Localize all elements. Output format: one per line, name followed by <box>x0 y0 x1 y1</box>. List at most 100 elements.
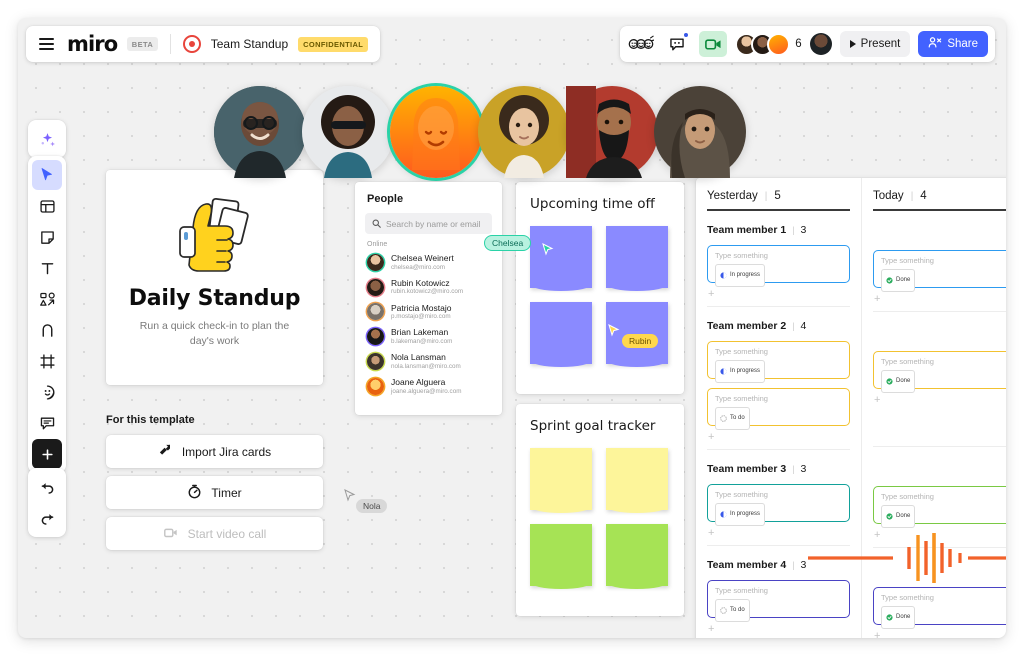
sticky-note[interactable] <box>530 524 592 589</box>
people-panel[interactable]: People Search by name or email Online Ch… <box>355 182 502 415</box>
frame-tool[interactable] <box>32 346 62 376</box>
comment-tool[interactable] <box>32 408 62 438</box>
member-header: Team member 2 | 4 <box>707 307 850 332</box>
card-placeholder: Type something <box>715 346 768 356</box>
sticky-note[interactable] <box>606 448 668 513</box>
task-card[interactable]: Type something Done <box>873 350 1006 393</box>
for-this-template-label: For this template <box>106 414 195 426</box>
upcoming-time-off-section[interactable]: Upcoming time off <box>516 182 684 394</box>
card-placeholder: Type something <box>715 393 768 403</box>
confidential-badge: CONFIDENTIAL <box>298 36 369 52</box>
status-badge: Done <box>881 369 916 393</box>
cursor-rubin: Rubin <box>607 323 659 348</box>
cursor-label: Rubin <box>622 334 659 348</box>
sticky-note[interactable] <box>530 302 592 367</box>
list-item[interactable]: Brian Lakeman b.lakeman@miro.com <box>355 324 502 349</box>
templates-tool[interactable] <box>32 191 62 221</box>
import-jira-cards-button[interactable]: Import Jira cards <box>106 435 323 468</box>
pen-tool[interactable] <box>32 315 62 345</box>
hamburger-menu-icon[interactable] <box>36 35 57 52</box>
present-button[interactable]: Present <box>839 31 911 57</box>
board-title[interactable]: Team Standup <box>211 37 288 51</box>
emoji-reactions-icon[interactable] <box>627 31 655 57</box>
person-email: p.mostajo@miro.com <box>391 313 451 321</box>
list-item[interactable]: Chelsea Weinert chelsea@miro.com <box>355 250 502 275</box>
video-avatar-4[interactable] <box>478 86 570 178</box>
member-count: 3 <box>800 462 807 475</box>
timer-button[interactable]: Timer <box>106 476 323 509</box>
task-card[interactable]: Type something In progress <box>707 340 850 383</box>
avatar <box>367 253 384 271</box>
board-canvas[interactable]: Daily Standup Run a quick check-in to pl… <box>18 18 1006 638</box>
share-button[interactable]: Share <box>918 31 988 57</box>
card-placeholder: Type something <box>715 489 768 499</box>
to-do-icon <box>720 601 727 619</box>
status-label: Done <box>896 614 911 620</box>
timer-label: Timer <box>211 485 242 500</box>
done-icon <box>886 372 893 390</box>
task-card[interactable]: Type something To do <box>707 387 850 430</box>
redo-button[interactable] <box>32 503 62 533</box>
comment-bubble-icon[interactable] <box>663 31 691 57</box>
text-tool[interactable] <box>32 253 62 283</box>
task-card[interactable]: Type something Done <box>873 249 1006 292</box>
task-card[interactable]: Type something In progress <box>707 483 850 526</box>
board-target-icon <box>182 35 201 53</box>
column-header: Yesterday | 5 <box>707 178 850 202</box>
member-title: Team member 1 <box>707 223 787 236</box>
people-search-input[interactable]: Search by name or email <box>365 213 492 234</box>
card-placeholder: Type something <box>715 250 768 260</box>
task-card[interactable]: Type something In progress <box>707 244 850 287</box>
ai-sparkle-tool[interactable] <box>32 124 62 154</box>
person-email: rubin.kotowicz@miro.com <box>391 288 464 296</box>
video-camera-icon[interactable] <box>699 31 728 57</box>
card-slot: Type something Done + <box>873 342 1006 406</box>
participant-avatars[interactable]: 6 <box>735 32 802 56</box>
start-video-call-button[interactable]: Start video call <box>106 517 323 550</box>
person-name: Joane Alguera <box>391 376 446 387</box>
status-label: To do <box>730 607 745 613</box>
person-name: Rubin Kotowicz <box>391 277 450 288</box>
person-email: b.lakeman@miro.com <box>391 338 453 346</box>
sticky-note[interactable] <box>606 226 668 291</box>
member-header: Team member 1 | 3 <box>707 211 850 236</box>
daily-standup-template-card[interactable]: Daily Standup Run a quick check-in to pl… <box>106 170 323 385</box>
video-avatar-6[interactable] <box>654 86 746 178</box>
column-count: 4 <box>920 190 927 202</box>
current-user-avatar[interactable] <box>809 33 832 55</box>
sticky-note[interactable] <box>530 448 592 513</box>
list-item[interactable]: Joane Alguera joane.alguera@miro.com <box>355 374 502 399</box>
member-count: 3 <box>800 558 807 571</box>
avatar <box>367 353 384 371</box>
task-card[interactable]: Type something Done <box>873 485 1006 528</box>
cursor-pointer-icon <box>608 324 620 337</box>
column-header: Today | 4 <box>873 178 1006 202</box>
more-apps-tool[interactable] <box>32 439 62 469</box>
shapes-tool[interactable] <box>32 284 62 314</box>
sticky-note-tool[interactable] <box>32 222 62 252</box>
video-avatar-1[interactable] <box>214 86 306 178</box>
person-name: Nola Lansman <box>391 352 446 363</box>
status-label: Done <box>896 513 911 519</box>
undo-button[interactable] <box>32 472 62 502</box>
list-item[interactable]: Patricia Mostajo p.mostajo@miro.com <box>355 300 502 325</box>
top-bar-right: 6 Present Share <box>620 26 995 62</box>
select-cursor-tool[interactable] <box>32 160 62 190</box>
standup-board-panel[interactable]: Yesterday | 5 Team member 1 | 3 Type som… <box>696 178 1006 638</box>
sprint-goal-tracker-section[interactable]: Sprint goal tracker <box>516 404 684 616</box>
sticker-tool[interactable] <box>32 377 62 407</box>
list-item[interactable]: Rubin Kotowicz rubin.kotowicz@miro.com <box>355 275 502 300</box>
video-avatar-2[interactable] <box>302 86 394 178</box>
status-badge: Done <box>881 268 916 292</box>
list-item[interactable]: Nola Lansman nola.lansman@miro.com <box>355 349 502 374</box>
sticky-note[interactable] <box>606 524 668 589</box>
video-avatar-5[interactable] <box>566 86 658 178</box>
task-card[interactable]: Type something To do <box>707 579 850 622</box>
template-title: Daily Standup <box>128 286 301 311</box>
task-card[interactable]: Type something Done <box>873 586 1006 629</box>
member-header: Team member 4 | 3 <box>707 546 850 571</box>
video-avatar-3[interactable] <box>390 86 482 178</box>
person-name: Brian Lakeman <box>391 327 449 338</box>
column-today: Today | 4 Type something Done + Type som… <box>861 178 1006 638</box>
